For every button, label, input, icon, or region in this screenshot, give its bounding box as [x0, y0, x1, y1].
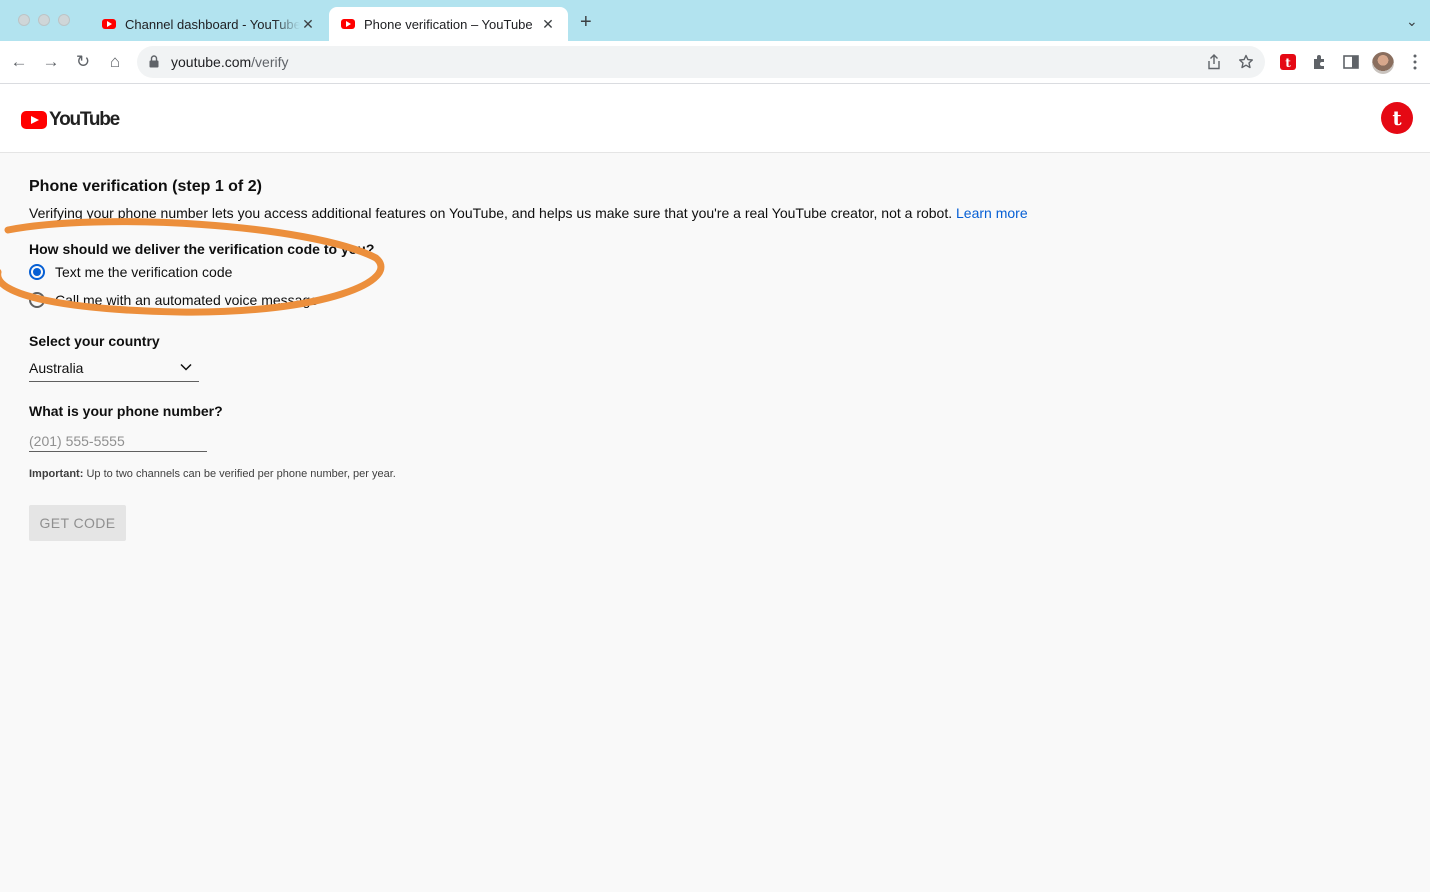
learn-more-link[interactable]: Learn more — [956, 205, 1028, 221]
radio-unchecked[interactable] — [29, 292, 45, 308]
lock-icon[interactable] — [149, 55, 159, 68]
phone-label: What is your phone number? — [29, 403, 223, 419]
youtube-play-icon — [21, 111, 47, 129]
window-minimize-dot[interactable] — [38, 14, 50, 26]
important-note: Important: Up to two channels can be ver… — [29, 468, 396, 480]
radio-checked[interactable] — [29, 264, 45, 280]
youtube-favicon-icon — [341, 19, 355, 29]
get-code-button[interactable]: GET CODE — [29, 505, 126, 541]
url-text: youtube.com/verify — [171, 54, 289, 70]
country-label: Select your country — [29, 333, 160, 349]
reload-button[interactable]: ↻ — [72, 51, 94, 73]
browser-toolbar: ← → ↻ ⌂ youtube.com/verify t — [0, 41, 1430, 84]
tab-title: Phone verification – YouTube — [364, 16, 533, 32]
tab-close-icon[interactable]: ✕ — [300, 16, 316, 33]
share-icon[interactable] — [1207, 54, 1221, 70]
radio-option-voice[interactable]: Call me with an automated voice message — [29, 292, 318, 308]
extension-t-icon[interactable]: t — [1278, 52, 1298, 72]
tab-channel-dashboard[interactable]: Channel dashboard - YouTube Studio ✕ — [90, 7, 328, 41]
home-button[interactable]: ⌂ — [104, 51, 126, 73]
youtube-logo[interactable]: YouTube — [21, 109, 120, 131]
forward-button[interactable]: → — [40, 51, 62, 73]
new-tab-button[interactable]: + — [580, 12, 592, 32]
youtube-favicon-icon — [102, 19, 116, 29]
puzzle-icon[interactable] — [1310, 52, 1330, 72]
tab-search-chevron-icon[interactable]: ⌄ — [1406, 13, 1418, 30]
youtube-header: YouTube t — [0, 84, 1430, 153]
address-bar[interactable]: youtube.com/verify — [137, 46, 1265, 78]
channel-avatar[interactable]: t — [1381, 102, 1413, 134]
radio-option-text[interactable]: Text me the verification code — [29, 264, 232, 280]
tab-title: Channel dashboard - YouTube Studio — [125, 16, 300, 32]
country-select[interactable]: Australia — [29, 360, 199, 382]
delivery-question: How should we deliver the verification c… — [29, 241, 375, 257]
kebab-menu-icon[interactable] — [1405, 52, 1425, 72]
back-button[interactable]: ← — [8, 51, 30, 73]
phone-number-input[interactable] — [29, 430, 207, 452]
chevron-down-icon — [180, 363, 192, 371]
tab-phone-verification[interactable]: Phone verification – YouTube ✕ — [329, 7, 568, 41]
profile-avatar[interactable] — [1372, 52, 1394, 74]
page-title: Phone verification (step 1 of 2) — [29, 178, 262, 195]
tab-close-icon[interactable]: ✕ — [540, 16, 556, 33]
svg-text:t: t — [1285, 56, 1291, 70]
window-zoom-dot[interactable] — [58, 14, 70, 26]
window-close-dot[interactable] — [18, 14, 30, 26]
side-panel-icon[interactable] — [1341, 52, 1361, 72]
browser-tab-bar: Channel dashboard - YouTube Studio ✕ Pho… — [0, 0, 1430, 41]
bookmark-star-icon[interactable] — [1238, 54, 1254, 70]
country-value: Australia — [29, 360, 84, 376]
intro-text: Verifying your phone number lets you acc… — [29, 205, 1028, 221]
